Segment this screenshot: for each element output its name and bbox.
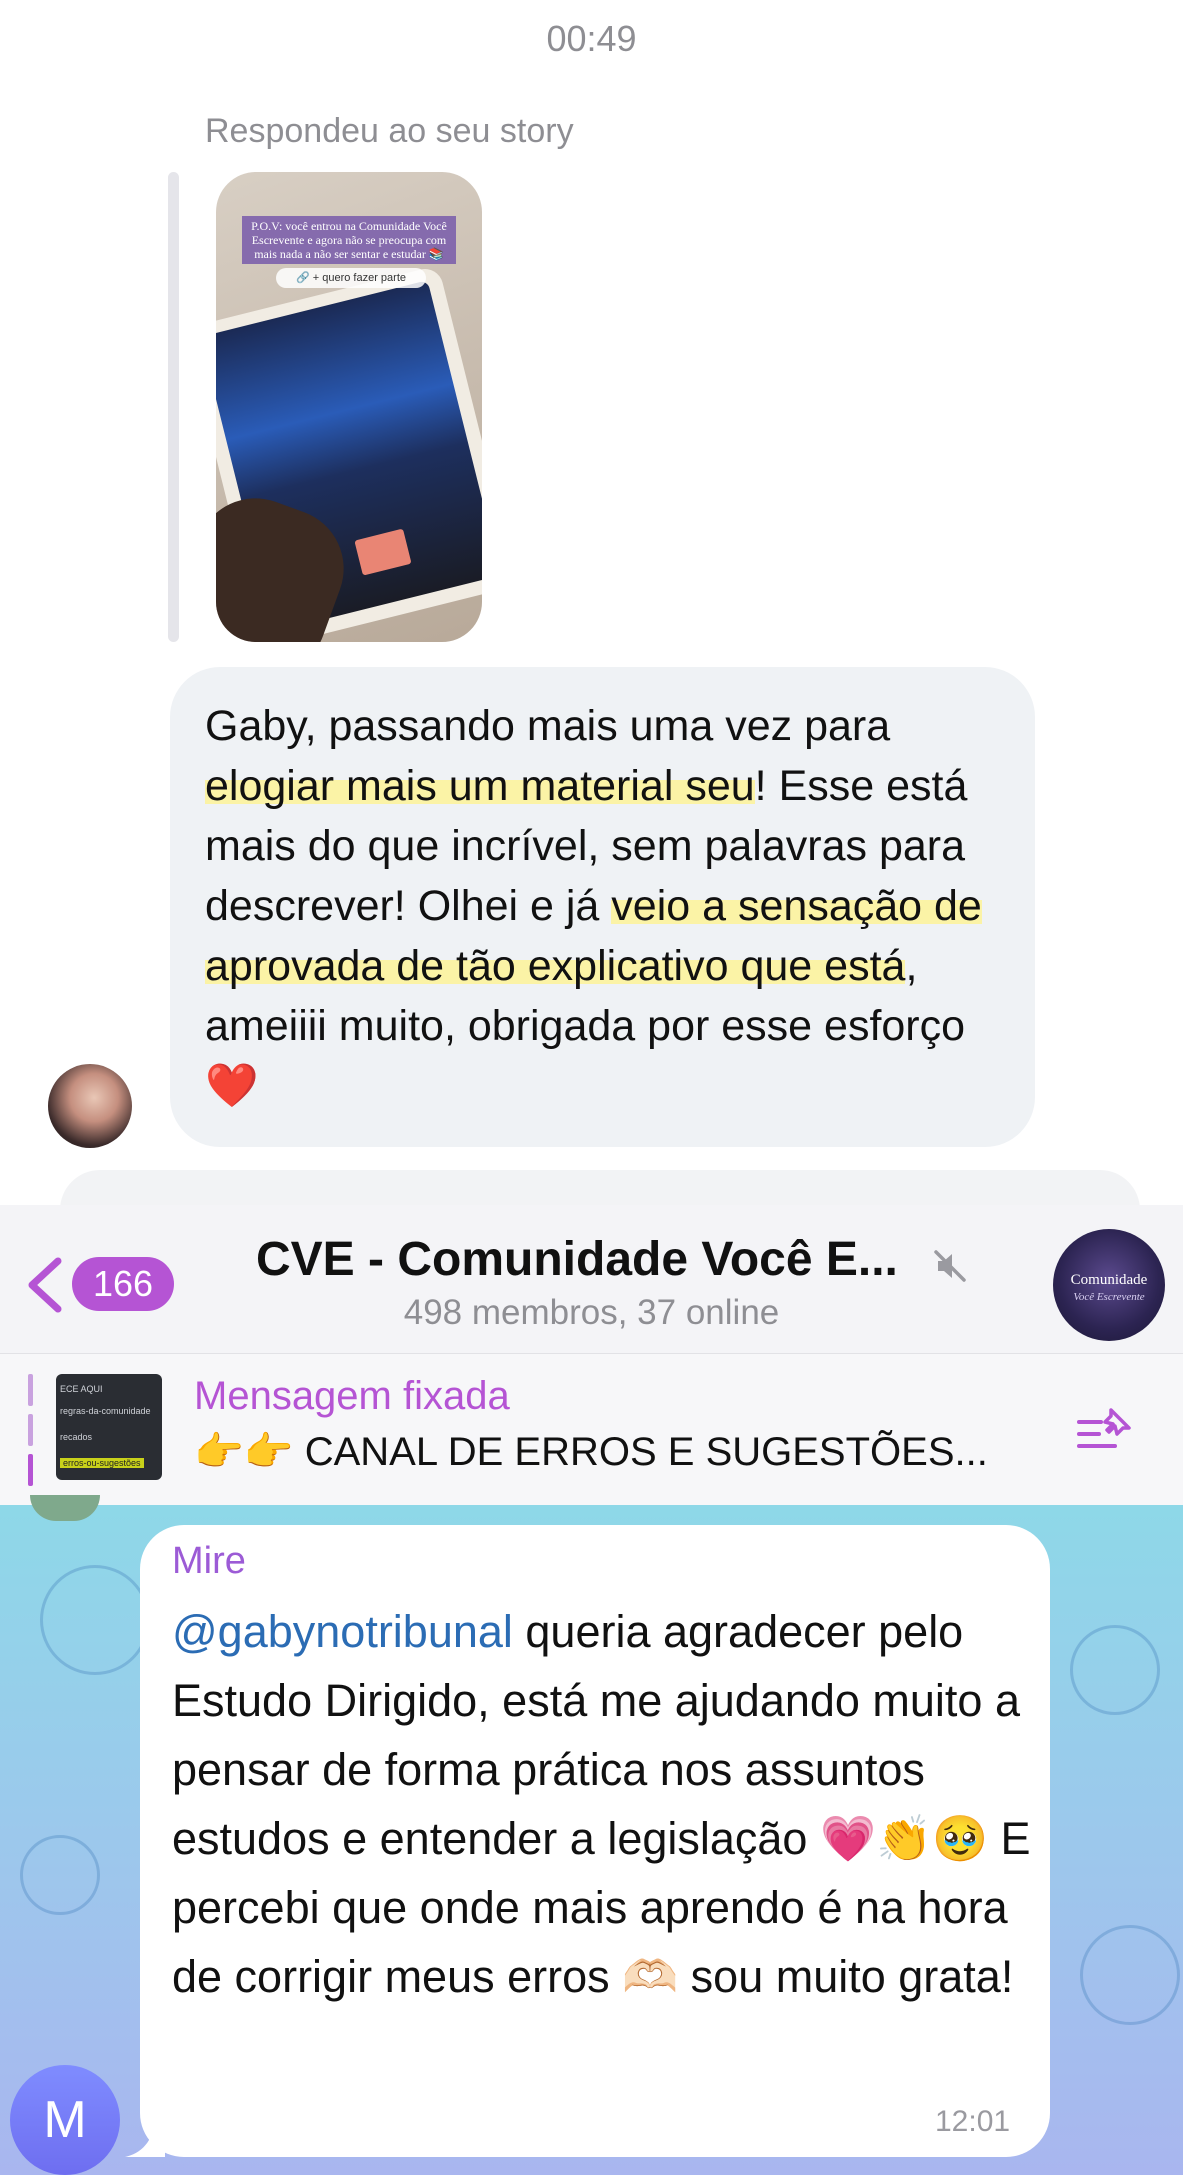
pinned-text: 👉👉 CANAL DE ERROS E SUGESTÕES... (194, 1430, 988, 1474)
sender-avatar[interactable] (48, 1064, 132, 1148)
instagram-dm-section: 00:49 Respondeu ao seu story P.O.V: você… (0, 0, 1183, 1230)
highlighted-text: elogiar mais um material seu (205, 762, 755, 810)
bubble-tail (125, 2115, 165, 2157)
story-link-sticker: 🔗 + quero fazer parte (276, 268, 426, 288)
pinned-message-bar[interactable]: ECE AQUI regras-da-comunidade recados er… (0, 1353, 1183, 1505)
group-avatar-title: Comunidade (1070, 1272, 1148, 1288)
wallpaper-doodle (40, 1565, 150, 1675)
pinned-thumbnail: ECE AQUI regras-da-comunidade recados er… (56, 1374, 162, 1480)
chat-title[interactable]: CVE - Comunidade Você E... (256, 1232, 898, 1287)
sender-avatar[interactable]: M (10, 2065, 120, 2175)
story-screen-highlight (354, 528, 412, 576)
chat-subtitle: 498 membros, 37 online (403, 1293, 780, 1332)
pinned-indicator (28, 1374, 33, 1486)
message-text: @gabynotribunal queria agradecer pelo Es… (172, 1597, 1032, 2011)
muted-speaker-icon (934, 1250, 966, 1282)
message-text: Gaby, passando mais uma vez para elogiar… (205, 696, 1025, 1116)
heart-emoji: ❤️ (205, 1062, 259, 1110)
story-reply-label: Respondeu ao seu story (205, 112, 574, 150)
pinned-label: Mensagem fixada (194, 1374, 510, 1418)
message-timestamp: 00:49 (546, 18, 637, 59)
message-text-part: Gaby, passando mais uma vez para (205, 702, 891, 750)
story-caption: P.O.V: você entrou na Comunidade Você Es… (242, 216, 456, 264)
wallpaper-doodle (20, 1835, 100, 1915)
thumbnail-line: regras-da-comunidade (60, 1406, 151, 1416)
pinned-indicator-segment (28, 1374, 33, 1406)
wallpaper-doodle (1070, 1625, 1160, 1715)
story-reply-bar (168, 172, 179, 642)
telegram-chat-section: 166 CVE - Comunidade Você E... 498 membr… (0, 1205, 1183, 2175)
pinned-indicator-segment (28, 1454, 33, 1486)
pinned-list-icon[interactable] (1075, 1404, 1137, 1456)
pinned-indicator-segment (28, 1414, 33, 1446)
message-body: queria agradecer pelo Estudo Dirigido, e… (172, 1606, 1031, 2002)
sender-name[interactable]: Mire (172, 1540, 246, 1583)
message-time: 12:01 (935, 2105, 1011, 2138)
group-avatar[interactable]: Comunidade Você Escrevente (1053, 1229, 1165, 1341)
chat-header: 166 CVE - Comunidade Você E... 498 membr… (0, 1205, 1183, 1353)
wallpaper-doodle (1080, 1925, 1180, 2025)
user-mention-link[interactable]: @gabynotribunal (172, 1606, 513, 1657)
story-thumbnail[interactable]: P.O.V: você entrou na Comunidade Você Es… (216, 172, 482, 642)
thumbnail-line: erros-ou-sugestões (60, 1458, 144, 1468)
thumbnail-line: recados (60, 1432, 93, 1442)
group-avatar-subtitle: Você Escrevente (1073, 1291, 1145, 1303)
thumbnail-line: ECE AQUI (60, 1384, 103, 1394)
